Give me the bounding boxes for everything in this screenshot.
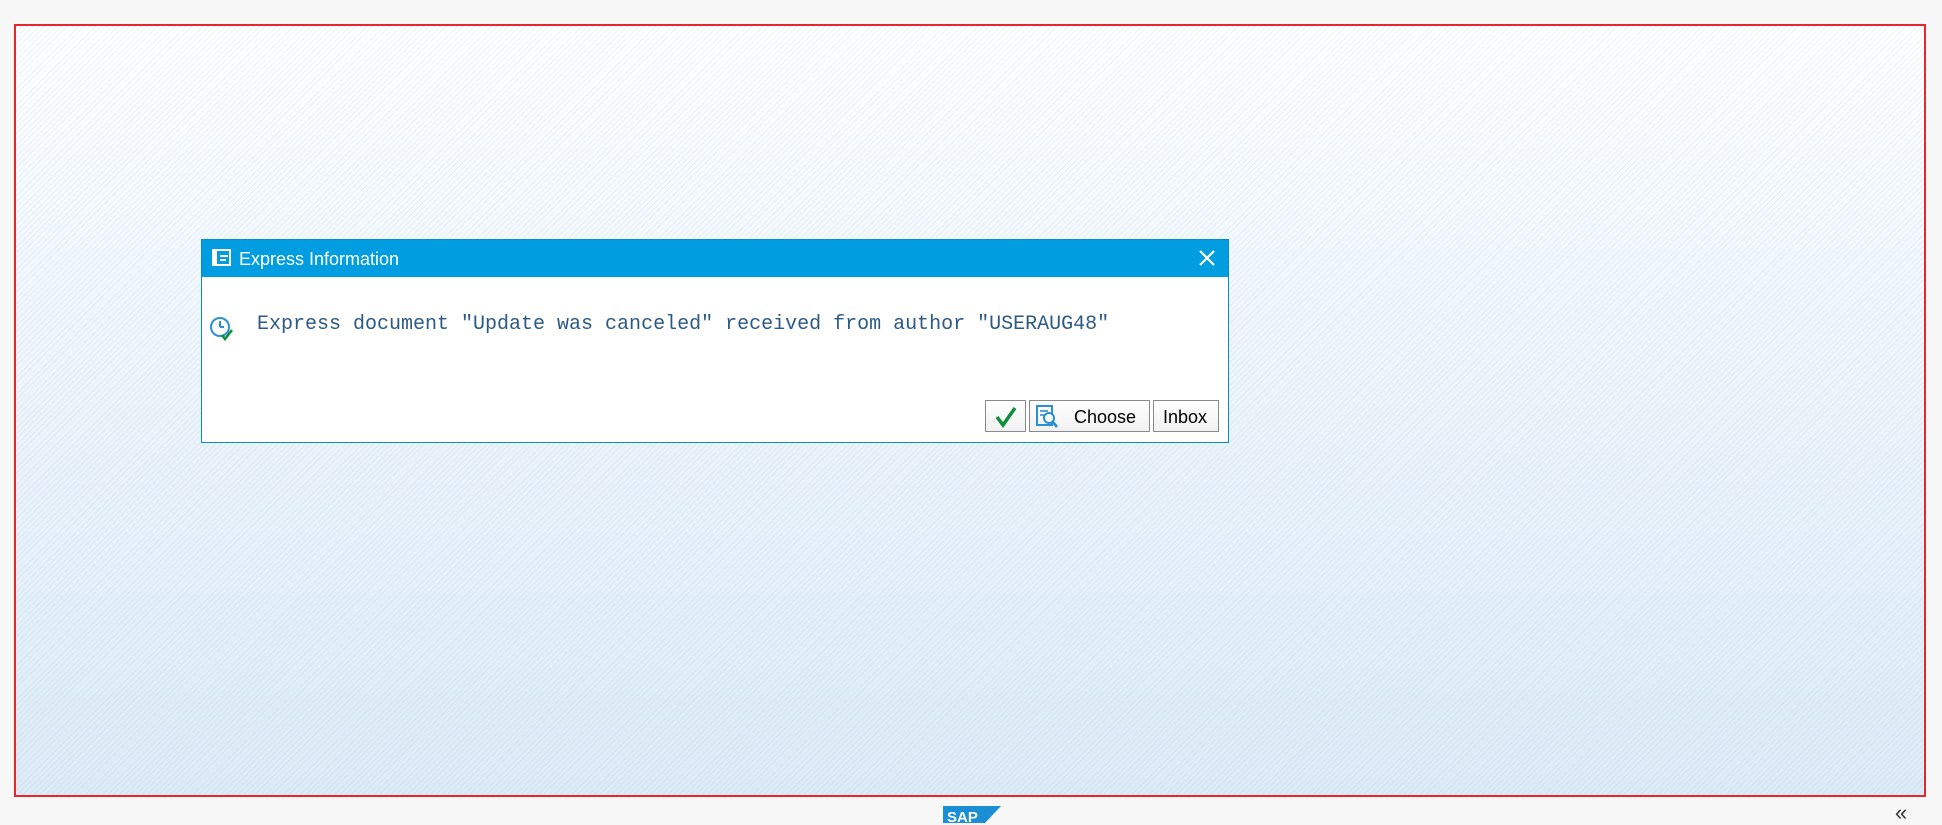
choose-button[interactable]: Choose xyxy=(1029,400,1150,432)
dialog-titlebar: Express Information xyxy=(202,240,1228,277)
inbox-button-label: Inbox xyxy=(1163,407,1208,427)
popup-window-icon xyxy=(212,249,231,266)
express-information-dialog: Express Information Express document "Up… xyxy=(201,239,1229,443)
status-bar: SAP « xyxy=(0,797,1942,824)
checkmark-icon xyxy=(995,406,1017,428)
close-icon[interactable] xyxy=(1194,245,1220,271)
sap-logo: SAP xyxy=(943,806,1001,823)
express-document-clock-icon xyxy=(210,317,234,342)
inbox-button[interactable]: Inbox xyxy=(1153,400,1219,432)
choose-button-label: Choose xyxy=(1074,407,1137,427)
express-message-text: Express document "Update was canceled" r… xyxy=(257,313,1110,336)
confirm-button[interactable] xyxy=(985,400,1026,432)
choose-document-icon xyxy=(1036,405,1059,428)
dialog-title: Express Information xyxy=(239,249,400,269)
top-toolbar-strip xyxy=(0,0,1942,24)
collapse-status-bar-icon[interactable]: « xyxy=(1895,802,1907,824)
svg-text:SAP: SAP xyxy=(947,809,978,823)
